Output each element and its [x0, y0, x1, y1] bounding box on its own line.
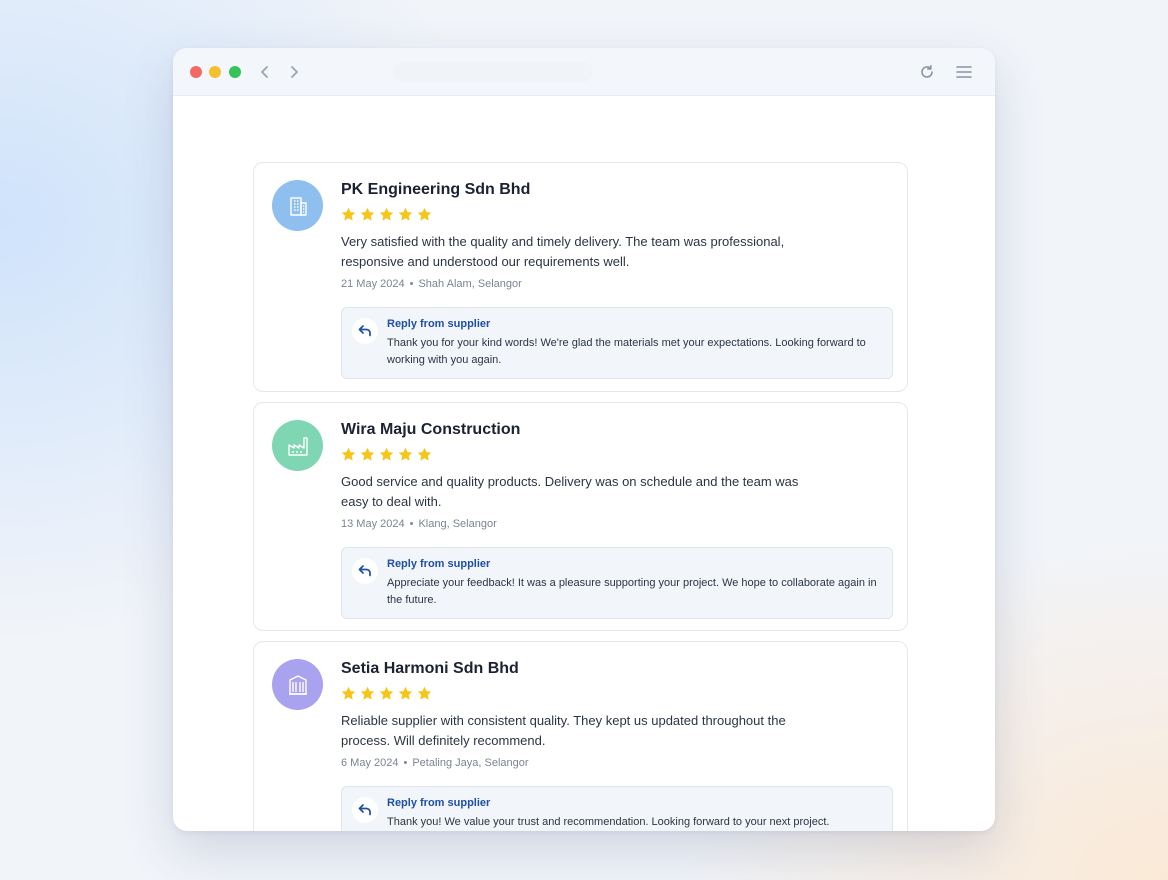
reply-icon-wrap — [352, 318, 378, 344]
chevron-left-icon — [261, 66, 268, 78]
browser-window: PK Engineering Sdn Bhd Very satisfied wi… — [173, 48, 995, 831]
supplier-reply: Reply from supplier Thank you! We value … — [341, 786, 893, 831]
review-card: Wira Maju Construction Good service and … — [253, 402, 908, 631]
menu-button[interactable] — [954, 62, 974, 82]
star-icon — [398, 447, 413, 461]
star-icon — [417, 686, 432, 700]
star-icon — [379, 207, 394, 221]
avatar — [272, 659, 323, 710]
review-text: Good service and quality products. Deliv… — [341, 474, 799, 509]
star-icon — [360, 447, 375, 461]
reload-button[interactable] — [917, 62, 937, 82]
close-window-button[interactable] — [190, 66, 202, 78]
title-bar — [173, 48, 995, 96]
reload-icon — [921, 65, 933, 78]
star-icon — [341, 447, 356, 461]
chevron-right-icon — [291, 66, 298, 78]
reply-icon-wrap — [352, 797, 378, 823]
review-date: 13 May 2024 — [341, 518, 405, 530]
review-location: Petaling Jaya, Selangor — [412, 757, 529, 769]
star-icon — [341, 207, 356, 221]
reply-text: Thank you! We value your trust and recom… — [387, 816, 830, 828]
reply-title: Reply from supplier — [387, 318, 491, 330]
office-building-icon — [288, 674, 307, 695]
review-card: PK Engineering Sdn Bhd Very satisfied wi… — [253, 162, 908, 392]
building-icon — [289, 196, 307, 216]
factory-icon — [287, 436, 308, 456]
reply-text: Appreciate your feedback! It was a pleas… — [387, 577, 877, 606]
star-rating — [340, 685, 433, 702]
review-card: Setia Harmoni Sdn Bhd Reliable supplier … — [253, 641, 908, 831]
avatar — [272, 420, 323, 471]
star-icon — [398, 686, 413, 700]
address-bar[interactable] — [393, 62, 593, 82]
minimize-window-button[interactable] — [209, 66, 221, 78]
back-button[interactable] — [255, 62, 275, 82]
review-text: Very satisfied with the quality and time… — [341, 234, 785, 269]
meta-separator: • — [403, 757, 408, 769]
star-icon — [379, 686, 394, 700]
review-location: Klang, Selangor — [418, 518, 497, 530]
star-icon — [360, 686, 375, 700]
forward-button[interactable] — [284, 62, 304, 82]
star-icon — [417, 447, 432, 461]
star-rating — [340, 206, 433, 223]
review-meta: 6 May 2024 • Petaling Jaya, Selangor — [341, 757, 529, 769]
review-date: 21 May 2024 — [341, 278, 405, 290]
meta-separator: • — [409, 278, 414, 290]
review-date: 6 May 2024 — [341, 757, 399, 769]
avatar — [272, 180, 323, 231]
star-icon — [417, 207, 432, 221]
review-text: Reliable supplier with consistent qualit… — [341, 713, 786, 748]
review-location: Shah Alam, Selangor — [418, 278, 522, 290]
reviewer-name: Wira Maju Construction — [341, 421, 521, 438]
reviewer-name: PK Engineering Sdn Bhd — [341, 181, 531, 198]
star-rating — [340, 446, 433, 463]
review-meta: 13 May 2024 • Klang, Selangor — [341, 518, 497, 530]
star-icon — [379, 447, 394, 461]
star-icon — [398, 207, 413, 221]
maximize-window-button[interactable] — [229, 66, 241, 78]
reply-text: Thank you for your kind words! We're gla… — [387, 337, 866, 366]
reply-icon-wrap — [352, 558, 378, 584]
reply-title: Reply from supplier — [387, 558, 491, 570]
reviewer-name: Setia Harmoni Sdn Bhd — [341, 660, 519, 677]
star-icon — [360, 207, 375, 221]
star-icon — [341, 686, 356, 700]
meta-separator: • — [409, 518, 414, 530]
supplier-reply: Reply from supplier Thank you for your k… — [341, 307, 893, 379]
reply-arrow-icon — [358, 565, 371, 577]
reviews-list: PK Engineering Sdn Bhd Very satisfied wi… — [173, 97, 995, 831]
supplier-reply: Reply from supplier Appreciate your feed… — [341, 547, 893, 619]
hamburger-menu-icon — [956, 66, 972, 78]
reply-arrow-icon — [358, 325, 371, 337]
review-meta: 21 May 2024 • Shah Alam, Selangor — [341, 278, 522, 290]
reply-title: Reply from supplier — [387, 797, 491, 809]
reply-arrow-icon — [358, 804, 371, 816]
